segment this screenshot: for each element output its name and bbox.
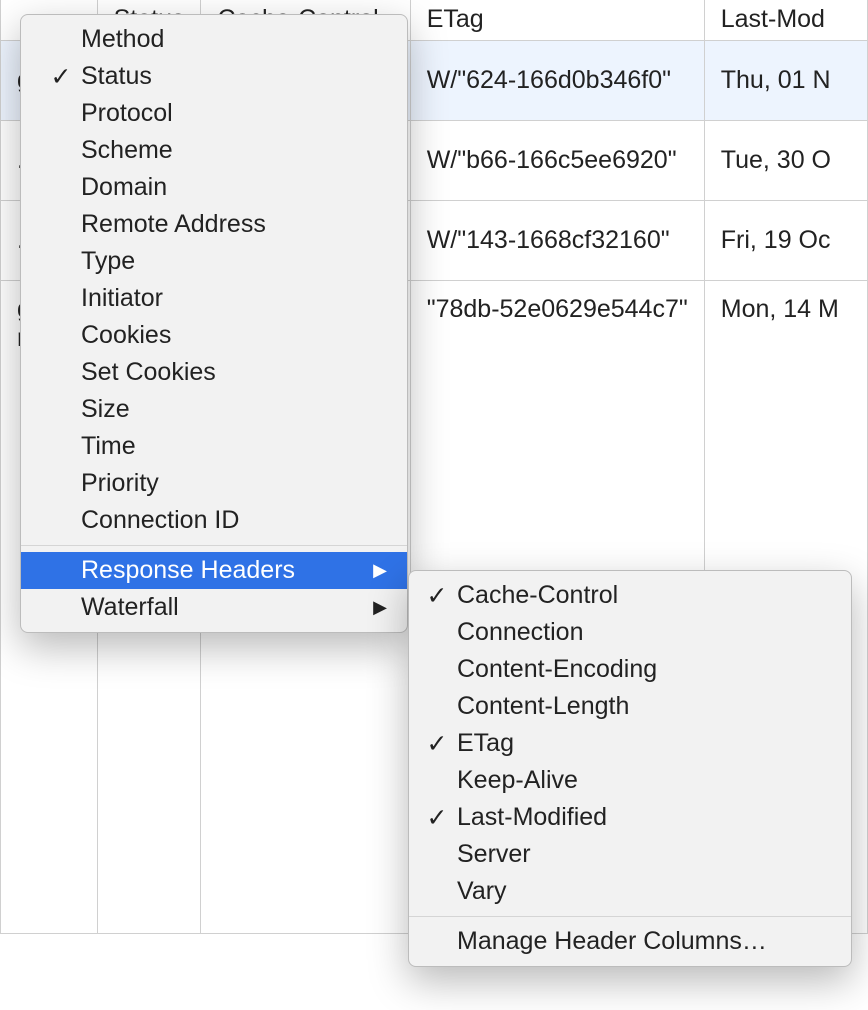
menu-item-priority[interactable]: Priority <box>21 465 407 502</box>
cell-last: Fri, 19 Oc <box>704 200 867 280</box>
menu-item-set-cookies[interactable]: Set Cookies <box>21 354 407 391</box>
menu-item-size[interactable]: Size <box>21 391 407 428</box>
menu-item-label: Vary <box>427 877 837 906</box>
menu-item-label: Cookies <box>51 321 393 350</box>
menu-item-content-length[interactable]: Content-Length <box>409 688 851 725</box>
menu-item-last-modified[interactable]: ✓Last-Modified <box>409 799 851 836</box>
menu-item-label: Domain <box>51 173 393 202</box>
menu-item-label: Last-Modified <box>427 803 837 832</box>
menu-item-time[interactable]: Time <box>21 428 407 465</box>
menu-item-label: Connection <box>427 618 837 647</box>
menu-item-label: ETag <box>427 729 837 758</box>
menu-separator <box>21 545 407 546</box>
menu-item-keep-alive[interactable]: Keep-Alive <box>409 762 851 799</box>
menu-item-domain[interactable]: Domain <box>21 169 407 206</box>
cell-etag: W/"624-166d0b346f0" <box>410 40 704 120</box>
menu-item-label: Protocol <box>51 99 393 128</box>
menu-item-initiator[interactable]: Initiator <box>21 280 407 317</box>
menu-item-label: Manage Header Columns… <box>427 927 837 956</box>
check-icon: ✓ <box>425 729 449 759</box>
menu-item-content-encoding[interactable]: Content-Encoding <box>409 651 851 688</box>
menu-item-label: Scheme <box>51 136 393 165</box>
column-context-menu[interactable]: Method ✓Status Protocol Scheme Domain Remote … <box>20 14 408 633</box>
menu-item-etag[interactable]: ✓ETag <box>409 725 851 762</box>
manage-header-columns[interactable]: Manage Header Columns… <box>409 923 851 960</box>
menu-separator <box>409 916 851 917</box>
submenu-arrow-icon: ▶ <box>373 597 393 618</box>
menu-item-cookies[interactable]: Cookies <box>21 317 407 354</box>
menu-item-type[interactable]: Type <box>21 243 407 280</box>
response-headers-submenu[interactable]: ✓Cache-ControlConnectionContent-Encoding… <box>408 570 852 967</box>
menu-item-cache-control[interactable]: ✓Cache-Control <box>409 577 851 614</box>
menu-item-label: Set Cookies <box>51 358 393 387</box>
menu-item-label: Status <box>51 62 393 91</box>
menu-item-label: Response Headers <box>51 556 373 585</box>
menu-item-label: Content-Length <box>427 692 837 721</box>
menu-item-label: Server <box>427 840 837 869</box>
menu-item-label: Content-Encoding <box>427 655 837 684</box>
menu-item-label: Priority <box>51 469 393 498</box>
col-header-etag[interactable]: ETag <box>410 0 704 40</box>
cell-last: Thu, 01 N <box>704 40 867 120</box>
check-icon: ✓ <box>425 803 449 833</box>
menu-item-label: Type <box>51 247 393 276</box>
menu-item-label: Keep-Alive <box>427 766 837 795</box>
cell-etag: W/"b66-166c5ee6920" <box>410 120 704 200</box>
submenu-arrow-icon: ▶ <box>373 560 393 581</box>
menu-item-label: Remote Address <box>51 210 393 239</box>
menu-item-status[interactable]: ✓Status <box>21 58 407 95</box>
menu-item-waterfall[interactable]: Waterfall▶ <box>21 589 407 626</box>
menu-item-label: Initiator <box>51 284 393 313</box>
menu-item-server[interactable]: Server <box>409 836 851 873</box>
check-icon: ✓ <box>49 62 73 92</box>
menu-item-label: Connection ID <box>51 506 393 535</box>
menu-item-remote-address[interactable]: Remote Address <box>21 206 407 243</box>
menu-item-scheme[interactable]: Scheme <box>21 132 407 169</box>
menu-item-label: Method <box>51 25 393 54</box>
menu-item-protocol[interactable]: Protocol <box>21 95 407 132</box>
menu-item-response-headers[interactable]: Response Headers▶ <box>21 552 407 589</box>
menu-item-label: Cache-Control <box>427 581 837 610</box>
menu-item-vary[interactable]: Vary <box>409 873 851 910</box>
menu-item-label: Size <box>51 395 393 424</box>
menu-item-connection[interactable]: Connection <box>409 614 851 651</box>
col-header-last[interactable]: Last-Mod <box>704 0 867 40</box>
menu-item-method[interactable]: Method <box>21 21 407 58</box>
menu-item-label: Time <box>51 432 393 461</box>
cell-last: Tue, 30 O <box>704 120 867 200</box>
menu-item-connection-id[interactable]: Connection ID <box>21 502 407 539</box>
check-icon: ✓ <box>425 581 449 611</box>
cell-etag: W/"143-1668cf32160" <box>410 200 704 280</box>
menu-item-label: Waterfall <box>51 593 373 622</box>
